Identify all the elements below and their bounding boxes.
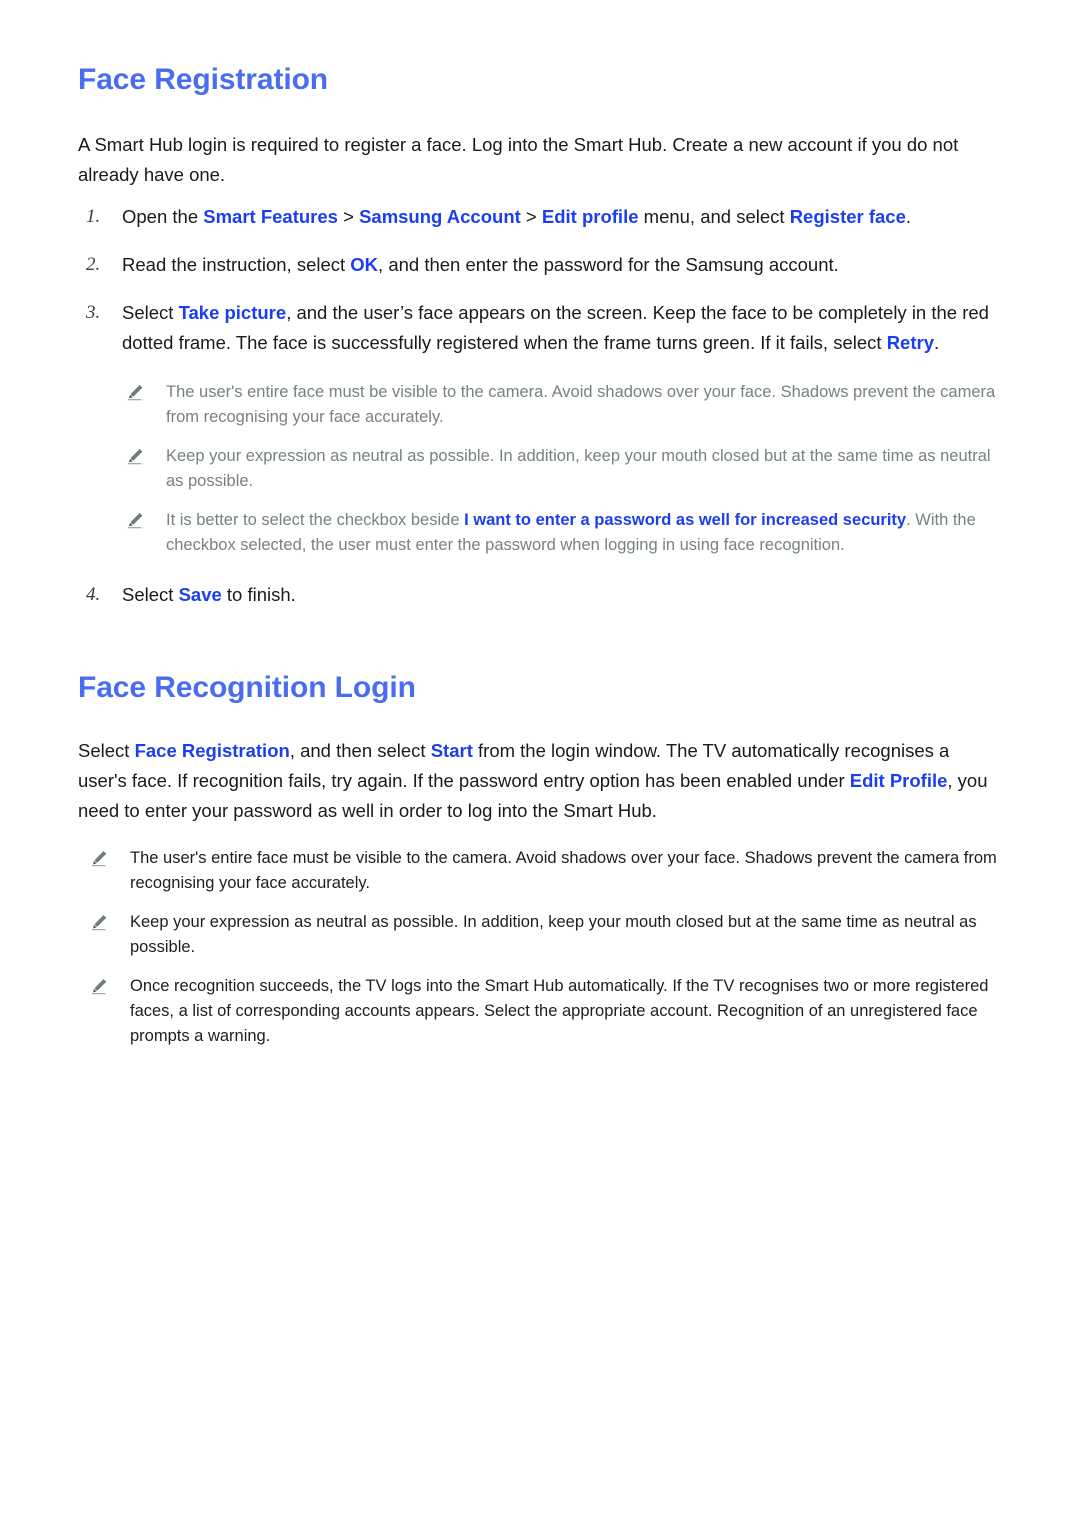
registration-step: 2. Read the instruction, select OK, and t…: [78, 250, 1002, 280]
note-text: Once recognition succeeds, the TV logs i…: [130, 977, 988, 1045]
step-number: 1.: [86, 206, 101, 227]
note-text: The user's entire face must be visible t…: [166, 383, 995, 426]
inline-text: The user's entire face must be visible t…: [166, 383, 996, 426]
page-title-face-registration: Face Registration: [78, 63, 329, 96]
inline-text: .: [934, 332, 940, 353]
inline-link[interactable]: Retry: [887, 332, 934, 353]
login-paragraph: Select Face Registration, and then selec…: [78, 736, 1002, 826]
pencil-icon: [91, 979, 107, 995]
document-page: Face Registration A Smart Hub login is r…: [0, 0, 1080, 1527]
inline-text: to finish.: [221, 584, 296, 605]
registration-steps-tail: 4. Select Save to finish.: [78, 580, 1002, 610]
inline-text: Select: [122, 302, 179, 323]
inline-link[interactable]: Samsung Account: [359, 206, 521, 227]
intro-paragraph: A Smart Hub login is required to registe…: [78, 134, 959, 185]
registration-steps-list: 1. Open the Smart Features > Samsung Acco…: [78, 202, 1002, 358]
inline-text: Open the: [122, 206, 204, 227]
login-notes-list: The user's entire face must be visible t…: [86, 846, 1002, 1049]
pencil-icon: [127, 385, 143, 401]
note-item: The user's entire face must be visible t…: [122, 380, 1002, 430]
inline-link[interactable]: I want to enter a password as well for i…: [464, 511, 906, 529]
note-item: It is better to select the checkbox besi…: [122, 508, 1002, 558]
inline-link[interactable]: OK: [350, 254, 378, 275]
inline-text: Select: [122, 584, 179, 605]
step-text: Open the Smart Features > Samsung Accoun…: [122, 206, 911, 227]
note-text: Keep your expression as neutral as possi…: [130, 913, 977, 956]
pencil-icon: [91, 851, 107, 867]
note-item: Once recognition succeeds, the TV logs i…: [86, 974, 1002, 1049]
note-text: It is better to select the checkbox besi…: [166, 511, 976, 554]
inline-text: , and then select: [289, 740, 431, 761]
inline-text: menu, and select: [638, 206, 790, 227]
note-text: The user's entire face must be visible t…: [130, 849, 997, 892]
inline-link[interactable]: Register face: [790, 206, 906, 227]
registration-step: 1. Open the Smart Features > Samsung Acco…: [78, 202, 1002, 232]
step-text: Read the instruction, select OK, and the…: [122, 254, 839, 275]
inline-link[interactable]: Smart Features: [203, 206, 338, 227]
inline-link[interactable]: Face Registration: [135, 740, 290, 761]
step-number: 4.: [86, 584, 101, 605]
note-item: The user's entire face must be visible t…: [86, 846, 1002, 896]
inline-text: It is better to select the checkbox besi…: [166, 511, 465, 529]
inline-text: Once recognition succeeds, the TV logs i…: [130, 977, 989, 1045]
inline-text: The user's entire face must be visible t…: [130, 849, 997, 892]
pencil-icon: [91, 915, 107, 931]
pencil-icon: [127, 513, 143, 529]
step-number: 2.: [86, 254, 101, 275]
step-number: 3.: [86, 302, 101, 323]
inline-link[interactable]: Take picture: [179, 302, 287, 323]
registration-step: 4. Select Save to finish.: [78, 580, 1002, 610]
inline-text: .: [905, 206, 912, 227]
note-item: Keep your expression as neutral as possi…: [122, 444, 1002, 494]
inline-text: Select: [78, 740, 135, 761]
inline-link[interactable]: Start: [431, 740, 473, 761]
registration-notes-list: The user's entire face must be visible t…: [122, 380, 1002, 558]
inline-link[interactable]: Edit Profile: [850, 770, 948, 791]
pencil-icon: [127, 449, 143, 465]
page-title-face-recognition-login: Face Recognition Login: [78, 671, 416, 704]
inline-text: >: [337, 206, 360, 227]
inline-text: Keep your expression as neutral as possi…: [130, 913, 977, 956]
inline-text: Read the instruction, select: [122, 254, 351, 275]
step-text: Select Save to finish.: [122, 584, 296, 605]
inline-text: >: [520, 206, 542, 227]
note-text: Keep your expression as neutral as possi…: [166, 447, 991, 490]
inline-link[interactable]: Edit profile: [542, 206, 639, 227]
note-item: Keep your expression as neutral as possi…: [86, 910, 1002, 960]
step-text: Select Take picture, and the user’s face…: [122, 302, 989, 353]
inline-text: Keep your expression as neutral as possi…: [166, 447, 991, 490]
inline-link[interactable]: Save: [179, 584, 222, 605]
registration-step: 3. Select Take picture, and the user’s fa…: [78, 298, 1002, 358]
inline-text: , and then enter the password for the Sa…: [378, 254, 839, 275]
